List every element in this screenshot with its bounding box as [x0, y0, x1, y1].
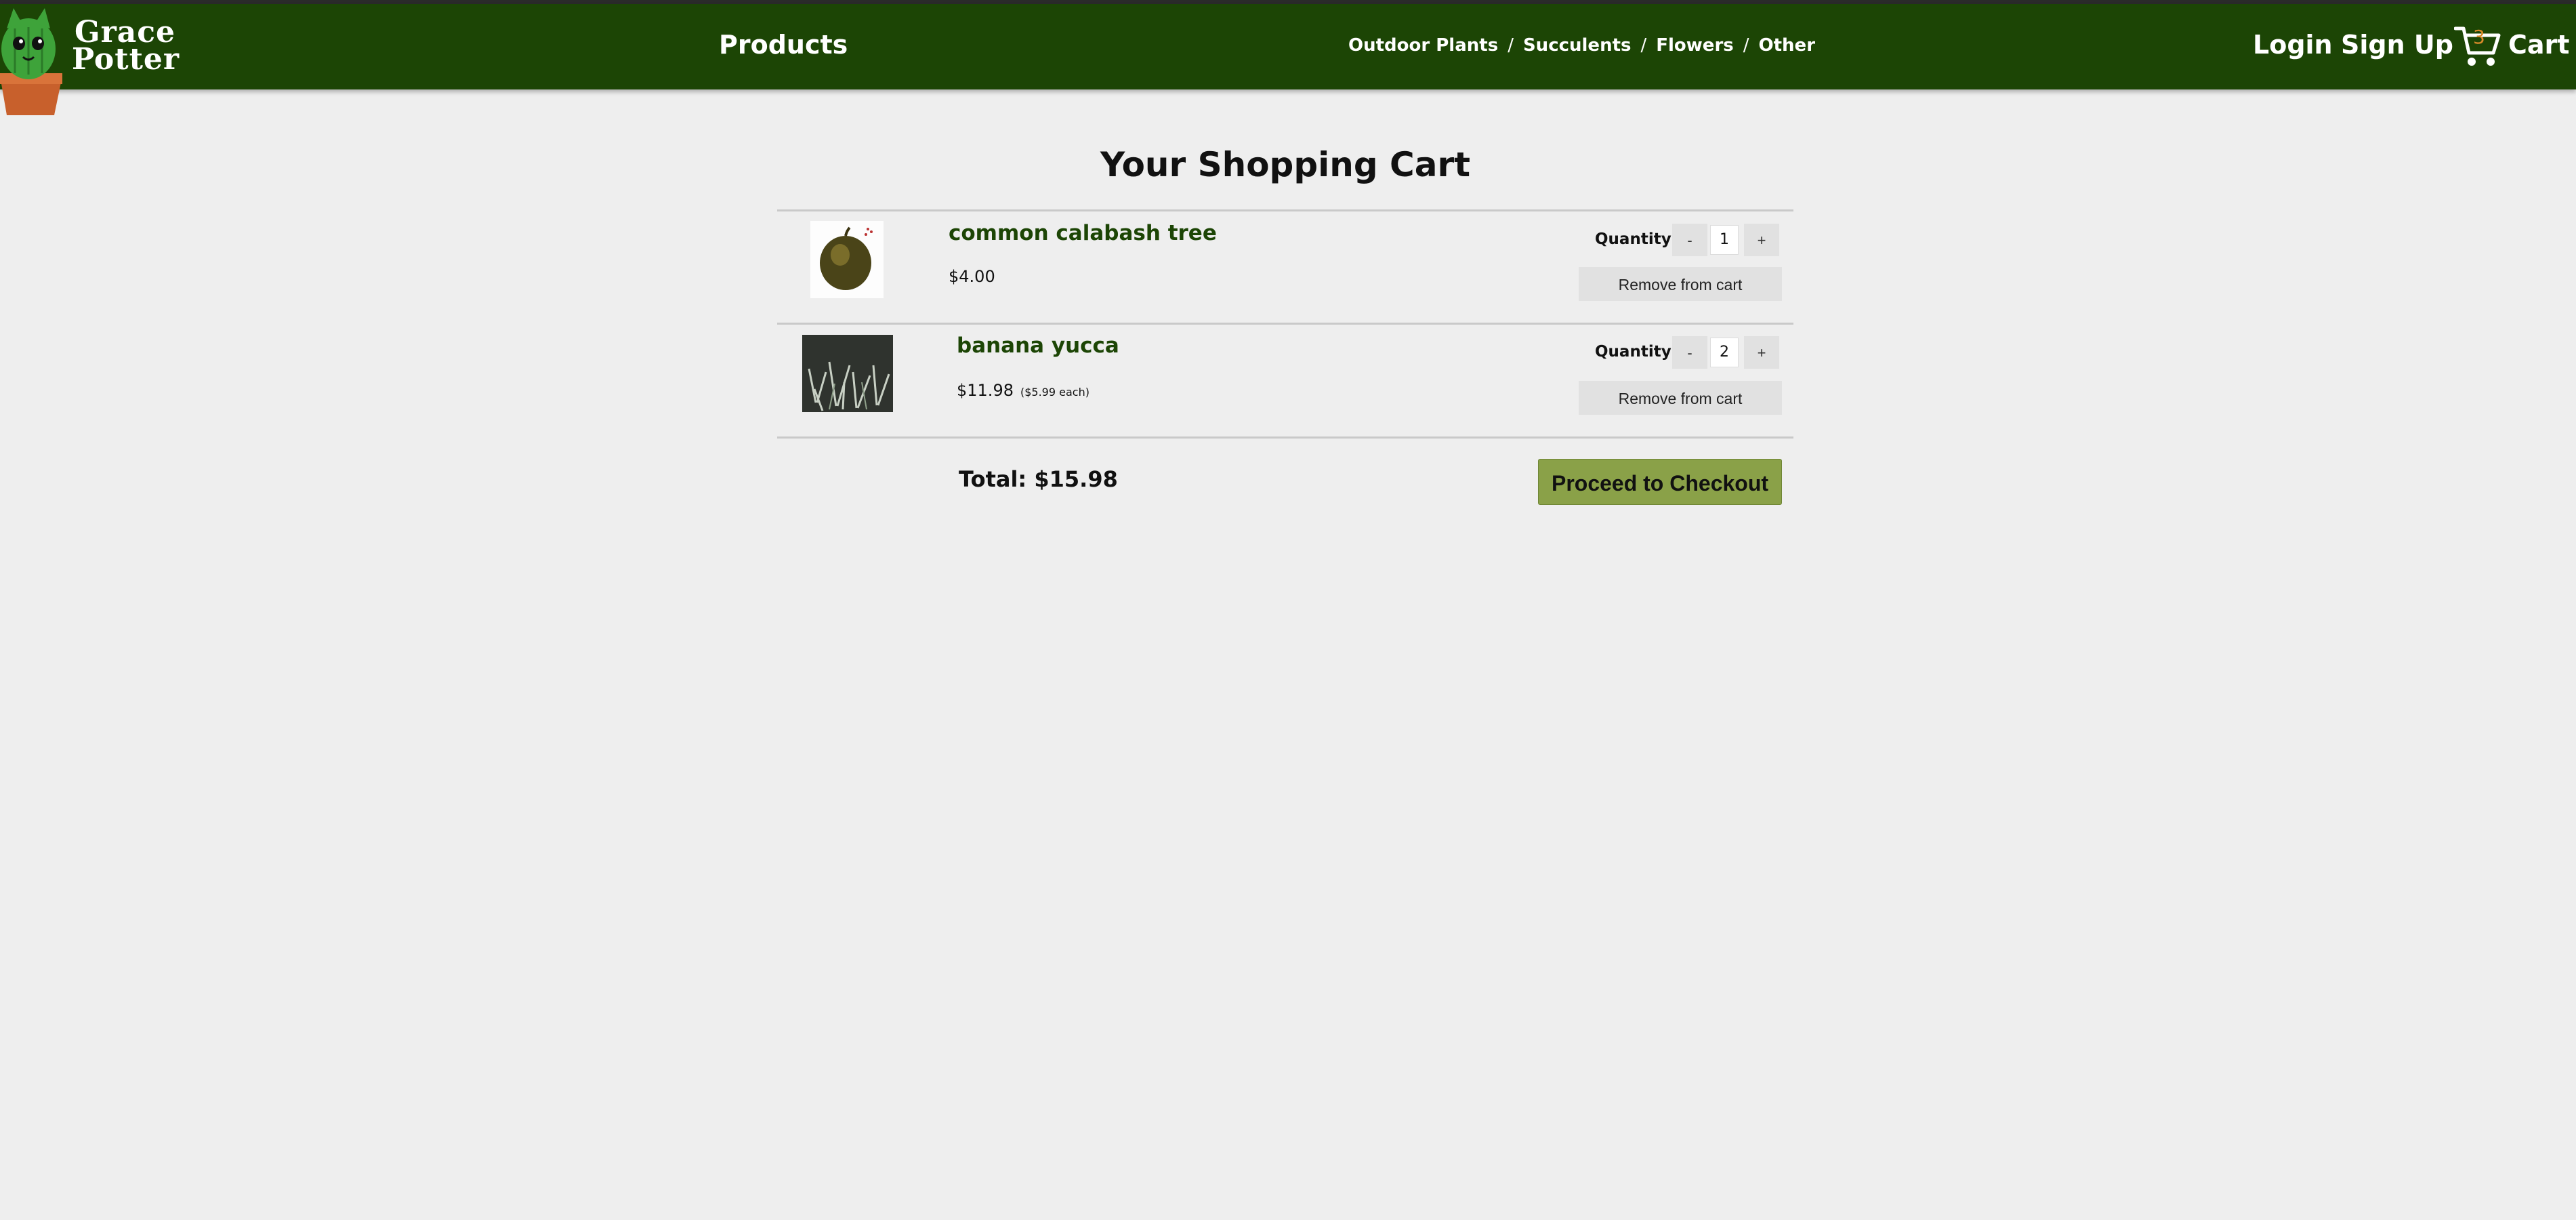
remove-from-cart-button[interactable]: Remove from cart: [1579, 267, 1782, 301]
decrease-quantity-button[interactable]: -: [1672, 224, 1707, 256]
nav-category-succulents[interactable]: Succulents: [1523, 35, 1632, 56]
brand-line-2: Potter: [72, 42, 180, 77]
decrease-quantity-button[interactable]: -: [1672, 336, 1707, 369]
cart-total: Total: $15.98: [959, 466, 1118, 492]
quantity-value[interactable]: 2: [1710, 338, 1739, 367]
quantity-label: Quantity: [1595, 343, 1671, 361]
divider: [777, 209, 1793, 211]
quantity-label: Quantity: [1595, 230, 1671, 248]
cart-item-price-value: $4.00: [949, 267, 995, 286]
increase-quantity-button[interactable]: +: [1744, 336, 1779, 369]
cart-item-price-value: $11.98: [957, 381, 1014, 400]
remove-from-cart-button[interactable]: Remove from cart: [1579, 381, 1782, 415]
divider: [777, 323, 1793, 325]
cart-item-name[interactable]: banana yucca: [957, 333, 1119, 358]
cart-item-unit-price: ($5.99 each): [1020, 386, 1089, 399]
cart-item-price: $4.00: [949, 267, 995, 286]
navbar: [0, 4, 2576, 89]
quantity-value[interactable]: 1: [1710, 225, 1739, 255]
cactus-mascot-logo[interactable]: [0, 8, 64, 115]
nav-separator: /: [1640, 35, 1647, 56]
divider: [777, 436, 1793, 439]
product-image-calabash[interactable]: [810, 221, 884, 298]
page-title: Your Shopping Cart: [1100, 145, 1471, 184]
proceed-to-checkout-button[interactable]: Proceed to Checkout: [1538, 459, 1782, 505]
cart-link[interactable]: Cart: [2508, 30, 2569, 60]
category-nav: Outdoor Plants / Succulents / Flowers / …: [1348, 35, 1815, 56]
nav-category-other[interactable]: Other: [1759, 35, 1816, 56]
cart-count-badge: 3: [2473, 26, 2485, 48]
product-image-banana-yucca[interactable]: [802, 335, 893, 412]
nav-category-outdoor-plants[interactable]: Outdoor Plants: [1348, 35, 1498, 56]
login-link[interactable]: Login: [2253, 30, 2333, 60]
nav-separator: /: [1743, 35, 1749, 56]
signup-link[interactable]: Sign Up: [2341, 30, 2453, 60]
brand-name[interactable]: Grace Potter: [72, 18, 180, 77]
nav-category-flowers[interactable]: Flowers: [1656, 35, 1734, 56]
cart-item-name[interactable]: common calabash tree: [949, 221, 1217, 245]
nav-separator: /: [1508, 35, 1514, 56]
nav-products-link[interactable]: Products: [719, 30, 848, 60]
cart-item-price: $11.98 ($5.99 each): [957, 381, 1089, 400]
increase-quantity-button[interactable]: +: [1744, 224, 1779, 256]
